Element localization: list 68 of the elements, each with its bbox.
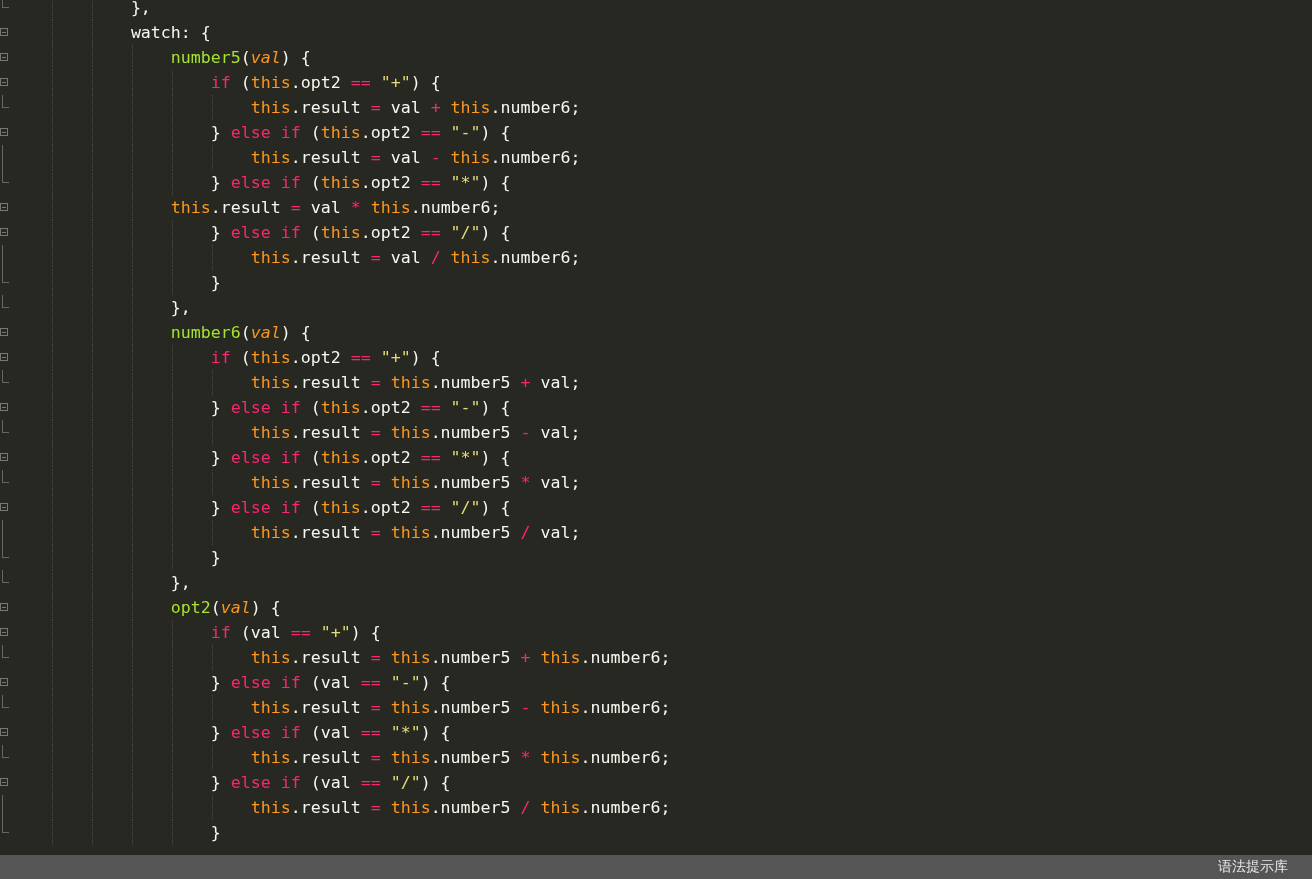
fold-line xyxy=(2,520,3,545)
code-line: } else if (this.opt2 == "-") { xyxy=(11,120,511,145)
code-line: } xyxy=(11,820,221,845)
fold-end-line xyxy=(2,420,9,433)
code-line: this.result = val / this.number6; xyxy=(11,245,581,270)
fold-end-line xyxy=(2,820,9,833)
code-line: } else if (this.opt2 == "/") { xyxy=(11,495,511,520)
fold-end-line xyxy=(2,695,9,708)
code-line: this.result = this.number5 - val; xyxy=(11,420,581,445)
collapse-icon[interactable] xyxy=(0,403,8,411)
collapse-icon[interactable] xyxy=(0,28,8,36)
fold-end-line xyxy=(2,645,9,658)
code-line: } else if (val == "/") { xyxy=(11,770,451,795)
code-line: this.result = val - this.number6; xyxy=(11,145,581,170)
code-line: number6(val) { xyxy=(11,320,311,345)
fold-end-line xyxy=(2,470,9,483)
fold-end-line xyxy=(2,295,9,308)
collapse-icon[interactable] xyxy=(0,453,8,461)
status-label[interactable]: 语法提示库 xyxy=(1218,858,1288,876)
code-line: } else if (this.opt2 == "*") { xyxy=(11,445,511,470)
fold-line xyxy=(2,795,3,820)
code-line: }, xyxy=(11,0,151,20)
code-line: number5(val) { xyxy=(11,45,311,70)
code-line: this.result = this.number5 * this.number6; xyxy=(11,745,671,770)
code-line: if (this.opt2 == "+") { xyxy=(11,345,441,370)
code-line: watch: { xyxy=(11,20,211,45)
code-line: }, xyxy=(11,295,191,320)
collapse-icon[interactable] xyxy=(0,678,8,686)
collapse-icon[interactable] xyxy=(0,353,8,361)
code-line: if (val == "+") { xyxy=(11,620,381,645)
collapse-icon[interactable] xyxy=(0,78,8,86)
collapse-icon[interactable] xyxy=(0,328,8,336)
fold-end-line xyxy=(2,570,9,583)
fold-end-line xyxy=(2,170,9,183)
collapse-icon[interactable] xyxy=(0,603,8,611)
collapse-icon[interactable] xyxy=(0,203,8,211)
code-line: this.result = val + this.number6; xyxy=(11,95,581,120)
code-line: this.result = this.number5 + val; xyxy=(11,370,581,395)
fold-end-line xyxy=(2,745,9,758)
collapse-icon[interactable] xyxy=(0,503,8,511)
collapse-icon[interactable] xyxy=(0,628,8,636)
fold-end-line xyxy=(2,370,9,383)
code-line: opt2(val) { xyxy=(11,595,281,620)
code-line: this.result = this.number5 - this.number6; xyxy=(11,695,671,720)
collapse-icon[interactable] xyxy=(0,778,8,786)
fold-end-line xyxy=(2,545,9,558)
collapse-icon[interactable] xyxy=(0,728,8,736)
collapse-icon[interactable] xyxy=(0,228,8,236)
code-line: this.result = this.number5 * val; xyxy=(11,470,581,495)
code-line: this.result = this.number5 / this.number6; xyxy=(11,795,671,820)
code-line: } else if (this.opt2 == "*") { xyxy=(11,170,511,195)
code-line: } else if (this.opt2 == "/") { xyxy=(11,220,511,245)
code-line: this.result = val * this.number6; xyxy=(11,195,501,220)
code-line: }, xyxy=(11,570,191,595)
fold-end-line xyxy=(2,95,9,108)
fold-end-line xyxy=(2,270,9,283)
code-line: this.result = this.number5 + this.number6; xyxy=(11,645,671,670)
code-line: this.result = this.number5 / val; xyxy=(11,520,581,545)
code-line: } else if (val == "*") { xyxy=(11,720,451,745)
code-line: } xyxy=(11,270,221,295)
code-line: if (this.opt2 == "+") { xyxy=(11,70,441,95)
collapse-icon[interactable] xyxy=(0,128,8,136)
code-line: } xyxy=(11,545,221,570)
code-line: } else if (this.opt2 == "-") { xyxy=(11,395,511,420)
fold-line xyxy=(2,245,3,270)
code-line: } else if (val == "-") { xyxy=(11,670,451,695)
fold-line xyxy=(2,145,3,170)
collapse-icon[interactable] xyxy=(0,53,8,61)
